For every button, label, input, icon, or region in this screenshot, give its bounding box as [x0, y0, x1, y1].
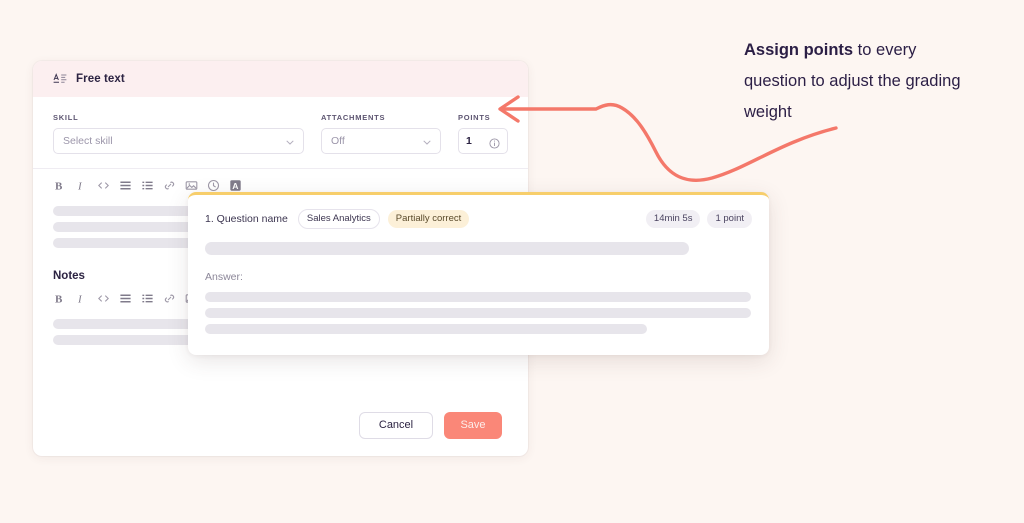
- bullet-list-icon[interactable]: [119, 292, 132, 305]
- skeleton-line: [205, 308, 751, 318]
- points-label: POINTS: [458, 113, 491, 122]
- status-badge: Partially correct: [387, 210, 470, 228]
- points-value: 1: [466, 135, 472, 147]
- skill-select[interactable]: Select skill: [53, 128, 304, 154]
- numbered-list-icon[interactable]: [141, 179, 154, 192]
- annotation-text: Assign points to every question to adjus…: [744, 35, 980, 128]
- question-header-row: 1. Question name Sales Analytics Partial…: [188, 195, 769, 229]
- chevron-down-icon: [286, 132, 294, 150]
- clock-icon[interactable]: [207, 179, 220, 192]
- attachments-select[interactable]: Off: [321, 128, 441, 154]
- attachments-value: Off: [331, 135, 345, 147]
- italic-icon[interactable]: I: [75, 179, 88, 193]
- save-button[interactable]: Save: [444, 411, 502, 439]
- field-row: SKILL Select skill ATTACHMENTS Off POINT…: [33, 97, 528, 154]
- question-result-card: 1. Question name Sales Analytics Partial…: [188, 192, 769, 355]
- cancel-button[interactable]: Cancel: [359, 411, 433, 439]
- points-input[interactable]: 1: [458, 128, 508, 154]
- svg-text:I: I: [77, 181, 83, 193]
- info-icon[interactable]: [489, 136, 500, 149]
- answer-skeleton-group: [205, 292, 752, 334]
- points-field: POINTS 1: [458, 113, 508, 154]
- bullet-list-icon[interactable]: [119, 179, 132, 192]
- link-icon[interactable]: [163, 179, 176, 192]
- numbered-list-icon[interactable]: [141, 292, 154, 305]
- bold-icon[interactable]: B: [53, 292, 66, 306]
- meta-badges: 14min 5s 1 point: [645, 210, 752, 228]
- answer-label: Answer:: [205, 271, 243, 283]
- annotation-bold: Assign points: [744, 41, 854, 59]
- question-body: Answer:: [188, 242, 769, 334]
- skill-badge: Sales Analytics: [297, 209, 380, 229]
- skeleton-line: [205, 324, 647, 334]
- question-text-skeleton: [205, 242, 689, 255]
- svg-text:B: B: [55, 181, 63, 193]
- card-footer: Cancel Save: [33, 394, 528, 456]
- card-header: Free text: [33, 61, 528, 97]
- italic-icon[interactable]: I: [75, 292, 88, 306]
- chevron-down-icon: [423, 132, 431, 150]
- link-icon[interactable]: [163, 292, 176, 305]
- bold-icon[interactable]: B: [53, 179, 66, 193]
- attachments-label: ATTACHMENTS: [321, 113, 386, 122]
- question-toolbar: B I A: [33, 169, 528, 192]
- skeleton-line: [205, 292, 751, 302]
- code-icon[interactable]: [97, 292, 110, 305]
- skill-label: SKILL: [53, 113, 79, 122]
- skill-field: SKILL Select skill: [53, 113, 304, 154]
- svg-text:A: A: [232, 181, 238, 191]
- text-highlight-icon[interactable]: A: [229, 179, 242, 192]
- image-icon[interactable]: [185, 179, 198, 192]
- card-title: Free text: [76, 73, 125, 85]
- code-icon[interactable]: [97, 179, 110, 192]
- svg-text:I: I: [77, 294, 83, 306]
- points-badge: 1 point: [707, 210, 752, 228]
- question-name: 1. Question name: [205, 213, 288, 225]
- skill-value: Select skill: [63, 135, 113, 147]
- duration-badge: 14min 5s: [645, 210, 701, 228]
- free-text-icon: [53, 72, 67, 86]
- attachments-field: ATTACHMENTS Off: [321, 113, 441, 154]
- svg-text:B: B: [55, 294, 63, 306]
